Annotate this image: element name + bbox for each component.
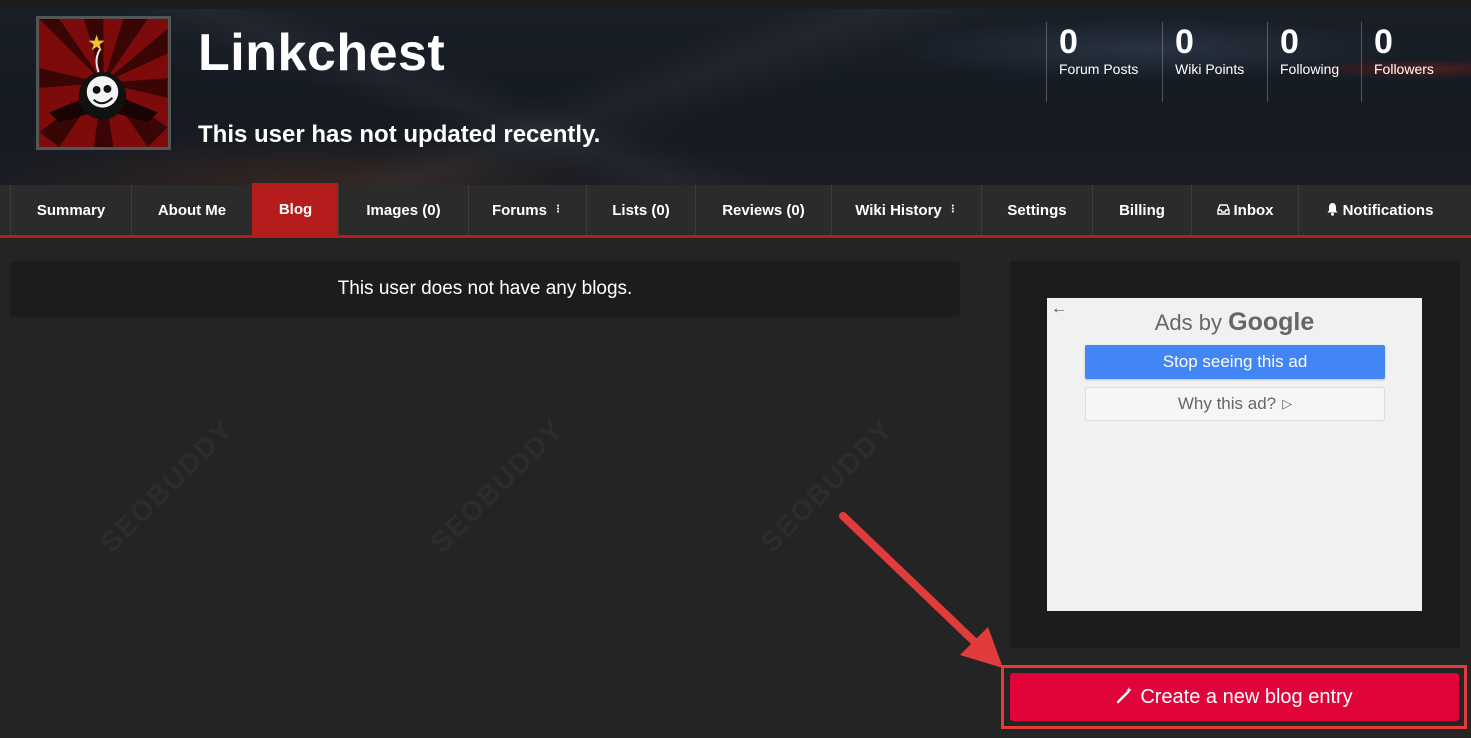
- tab-billing[interactable]: Billing: [1092, 185, 1191, 235]
- tab-label: About Me: [157, 201, 227, 219]
- tab-label: Wiki History: [855, 201, 942, 219]
- empty-blogs-message-box: This user does not have any blogs.: [10, 261, 960, 317]
- watermark-brand: SEOBUDDY: [754, 413, 900, 559]
- profile-username: Linkchest: [198, 24, 446, 82]
- google-logo: Google: [1228, 308, 1315, 336]
- tab-label: Forums: [491, 201, 547, 219]
- stat-label: Forum Posts: [1059, 61, 1139, 77]
- stat-label: Followers: [1374, 61, 1434, 77]
- ads-by-text: Ads by: [1154, 310, 1223, 335]
- profile-status: This user has not updated recently.: [198, 121, 601, 148]
- stat-following[interactable]: 0 Following: [1267, 22, 1361, 102]
- avatar[interactable]: [36, 16, 171, 150]
- create-blog-entry-label: Create a new blog entry: [1140, 685, 1353, 708]
- stat-value: 0: [1059, 23, 1078, 61]
- tab-label: Images (0): [366, 201, 441, 219]
- watermark-brand: SEOBUDDY: [424, 413, 570, 559]
- tab-label: Settings: [1007, 201, 1067, 219]
- tab-blog[interactable]: Blog: [252, 183, 338, 235]
- stat-forum-posts[interactable]: 0 Forum Posts: [1046, 22, 1162, 102]
- magic-wand-icon: [1116, 686, 1134, 709]
- stat-value: 0: [1175, 23, 1194, 61]
- create-blog-entry-button[interactable]: Create a new blog entry: [1010, 673, 1459, 721]
- tab-images[interactable]: Images (0): [338, 185, 468, 235]
- profile-stats: 0 Forum Posts 0 Wiki Points 0 Following …: [1046, 22, 1471, 102]
- bell-icon: [1326, 202, 1339, 219]
- tab-summary[interactable]: Summary: [10, 185, 131, 235]
- watermark-brand: SEOBUDDY: [94, 413, 240, 559]
- ad-box: ← Ads by Google Stop seeing this ad Why …: [1047, 298, 1422, 611]
- tab-label: Lists (0): [612, 201, 670, 219]
- tab-inbox[interactable]: Inbox: [1191, 185, 1298, 235]
- dropdown-dots-icon: ⋮: [947, 204, 958, 215]
- avatar-image: [39, 19, 168, 147]
- profile-header: Linkchest This user has not updated rece…: [0, 0, 1471, 185]
- stat-followers[interactable]: 0 Followers: [1361, 22, 1471, 102]
- tab-notifications[interactable]: Notifications: [1298, 185, 1460, 235]
- adchoices-icon: ▷: [1282, 396, 1293, 411]
- tab-label: Reviews (0): [722, 201, 805, 219]
- tab-label: Inbox: [1233, 201, 1274, 219]
- tab-wiki-history[interactable]: Wiki History ⋮: [831, 185, 981, 235]
- ads-by-google: Ads by Google: [1047, 308, 1422, 337]
- tab-label: Billing: [1119, 201, 1165, 219]
- empty-blogs-message: This user does not have any blogs.: [337, 278, 633, 299]
- stop-seeing-ad-label: Stop seeing this ad: [1162, 352, 1308, 371]
- tab-lists[interactable]: Lists (0): [586, 185, 695, 235]
- tab-about-me[interactable]: About Me: [131, 185, 252, 235]
- tab-label: Summary: [36, 201, 106, 219]
- stat-value: 0: [1280, 23, 1299, 61]
- stat-value: 0: [1374, 23, 1393, 61]
- stat-label: Following: [1280, 61, 1340, 77]
- why-this-ad-button[interactable]: Why this ad? ▷: [1085, 387, 1385, 421]
- dropdown-dots-icon: ⋮: [553, 204, 563, 215]
- tab-label: Notifications: [1342, 201, 1434, 219]
- stat-wiki-points[interactable]: 0 Wiki Points: [1162, 22, 1267, 102]
- tab-label: Blog: [278, 200, 313, 218]
- inbox-icon: [1216, 203, 1230, 218]
- stop-seeing-ad-button[interactable]: Stop seeing this ad: [1085, 345, 1385, 379]
- tab-reviews[interactable]: Reviews (0): [695, 185, 831, 235]
- tab-forums[interactable]: Forums ⋮: [468, 185, 586, 235]
- profile-nav: Summary About Me Blog Images (0) Forums …: [0, 183, 1471, 238]
- why-this-ad-label: Why this ad?: [1177, 394, 1277, 413]
- tab-settings[interactable]: Settings: [981, 185, 1092, 235]
- stat-label: Wiki Points: [1175, 61, 1245, 77]
